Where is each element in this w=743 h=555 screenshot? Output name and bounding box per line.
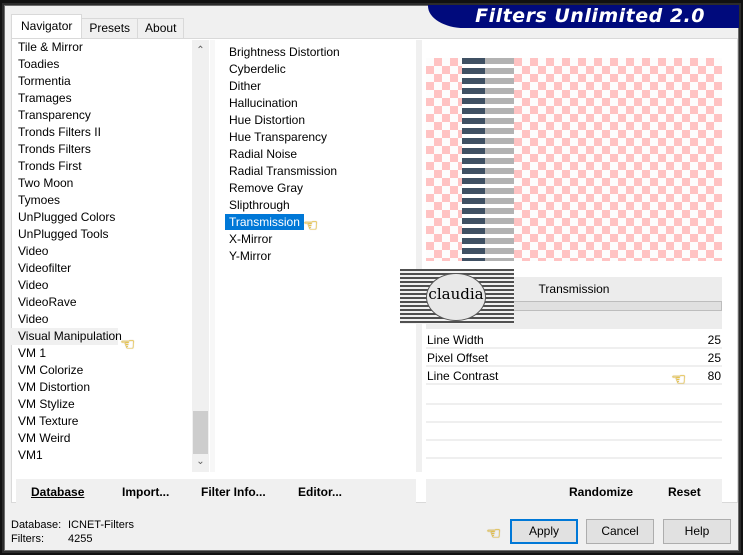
status-filters: Filters: 4255 xyxy=(11,533,92,545)
category-scrollbar[interactable]: ⌃ ⌄ xyxy=(192,40,209,472)
filter-item[interactable]: Remove Gray xyxy=(221,180,411,197)
category-item[interactable]: Tronds First xyxy=(10,158,190,175)
param-label: Line Width xyxy=(427,333,484,347)
filter-row: Slipthrough xyxy=(221,197,411,214)
param-value: 25 xyxy=(707,351,721,365)
param-value: 80 xyxy=(707,369,721,383)
category-item[interactable]: VM1 xyxy=(10,447,190,464)
param-empty-row xyxy=(426,457,722,459)
preview-image xyxy=(426,58,722,261)
pane-divider xyxy=(416,40,422,472)
filter-item[interactable]: Cyberdelic xyxy=(221,61,411,78)
category-item[interactable]: Tronds Filters xyxy=(10,141,190,158)
pointing-hand-icon: ☜ xyxy=(120,335,136,354)
filter-item[interactable]: Radial Transmission xyxy=(221,163,411,180)
filter-row: Dither xyxy=(221,78,411,95)
filter-item[interactable]: Brightness Distortion xyxy=(221,44,411,61)
category-item[interactable]: VM 1 xyxy=(10,345,190,362)
param-empty-row xyxy=(426,439,722,441)
param-line-width[interactable]: Line Width 25 xyxy=(426,332,722,349)
param-label: Pixel Offset xyxy=(427,351,489,365)
category-item[interactable]: VM Colorize xyxy=(10,362,190,379)
category-item[interactable]: Toadies xyxy=(10,56,190,73)
category-list[interactable]: Tile & Mirror Toadies Tormentia Tramages Tra… xyxy=(10,39,190,469)
param-empty-row xyxy=(426,421,722,423)
apply-button[interactable]: Apply xyxy=(510,519,578,544)
category-item[interactable]: Transparency xyxy=(10,107,190,124)
help-button[interactable]: Help xyxy=(663,519,731,544)
pointing-hand-icon: ☜ xyxy=(671,370,687,389)
preview-stripes-dark xyxy=(462,58,485,261)
status-filters-label: Filters: xyxy=(11,533,44,545)
import-button[interactable]: Import... xyxy=(122,485,169,499)
filter-item[interactable]: Hue Transparency xyxy=(221,129,411,146)
scrollbar-thumb[interactable] xyxy=(193,411,208,454)
filter-item[interactable]: Y-Mirror xyxy=(221,248,411,265)
category-item[interactable]: VM Texture xyxy=(10,413,190,430)
category-item[interactable]: Two Moon xyxy=(10,175,190,192)
category-item[interactable]: VM Weird xyxy=(10,430,190,447)
tab-bar: Navigator Presets About xyxy=(11,14,185,38)
filter-row: Cyberdelic xyxy=(221,61,411,78)
category-item[interactable]: VM Distortion xyxy=(10,379,190,396)
filter-row: Remove Gray xyxy=(221,180,411,197)
watermark-logo: claudia xyxy=(400,269,514,324)
scroll-down-icon[interactable]: ⌄ xyxy=(192,453,209,470)
database-label: Database xyxy=(31,485,85,499)
filter-info-button[interactable]: Filter Info... xyxy=(201,485,266,499)
category-item[interactable]: Video xyxy=(10,311,190,328)
preview-stripes-light xyxy=(485,58,514,261)
tab-about[interactable]: About xyxy=(137,18,185,38)
category-item[interactable]: Tronds Filters II xyxy=(10,124,190,141)
category-item[interactable]: Tymoes xyxy=(10,192,190,209)
category-item[interactable]: UnPlugged Colors xyxy=(10,209,190,226)
category-item[interactable]: Videofilter xyxy=(10,260,190,277)
cancel-button[interactable]: Cancel xyxy=(586,519,654,544)
pointing-hand-icon: ☜ xyxy=(486,524,502,543)
filter-item[interactable]: Hue Distortion xyxy=(221,112,411,129)
filter-item[interactable]: Hallucination xyxy=(221,95,411,112)
filter-row: Brightness Distortion xyxy=(221,44,411,61)
status-database-label: Database: xyxy=(11,519,62,531)
database-button[interactable]: Database xyxy=(31,485,84,499)
watermark-text: claudia xyxy=(426,273,486,321)
param-value: 25 xyxy=(707,333,721,347)
filter-item-selected[interactable]: Transmission xyxy=(225,214,304,230)
category-item[interactable]: Tramages xyxy=(10,90,190,107)
category-item[interactable]: Tile & Mirror xyxy=(10,39,190,56)
status-database: Database: ICNET-Filters xyxy=(11,519,134,531)
filter-row: Hue Transparency xyxy=(221,129,411,146)
filter-item[interactable]: Radial Noise xyxy=(221,146,411,163)
category-item[interactable]: Tormentia xyxy=(10,73,190,90)
filter-row: Y-Mirror xyxy=(221,248,411,265)
category-item[interactable]: Video xyxy=(10,277,190,294)
param-label: Line Contrast xyxy=(427,369,499,383)
randomize-button[interactable]: Randomize xyxy=(569,485,633,499)
reset-button[interactable]: Reset xyxy=(668,485,701,499)
tab-presets[interactable]: Presets xyxy=(81,18,139,38)
filter-row: Hue Distortion xyxy=(221,112,411,129)
param-pixel-offset[interactable]: Pixel Offset 25 xyxy=(426,350,722,367)
tab-navigator[interactable]: Navigator xyxy=(11,14,83,38)
category-item[interactable]: Visual Manipulation xyxy=(10,328,122,345)
param-empty-row xyxy=(426,403,722,405)
scroll-up-icon[interactable]: ⌃ xyxy=(192,42,209,59)
filter-row: Radial Transmission xyxy=(221,163,411,180)
brand-banner: Filters Unlimited 2.0 xyxy=(428,5,739,28)
filter-item[interactable]: Dither xyxy=(221,78,411,95)
status-database-value: ICNET-Filters xyxy=(68,519,134,531)
status-filters-value: 4255 xyxy=(68,533,93,545)
filter-item[interactable]: Slipthrough xyxy=(221,197,411,214)
category-item[interactable]: Video xyxy=(10,243,190,260)
filter-row: Hallucination xyxy=(221,95,411,112)
category-item[interactable]: VideoRave xyxy=(10,294,190,311)
editor-button[interactable]: Editor... xyxy=(298,485,342,499)
pointing-hand-icon: ☜ xyxy=(303,216,319,235)
category-item[interactable]: UnPlugged Tools xyxy=(10,226,190,243)
category-item[interactable]: VM Stylize xyxy=(10,396,190,413)
filter-row: Radial Noise xyxy=(221,146,411,163)
list-divider xyxy=(210,40,215,472)
